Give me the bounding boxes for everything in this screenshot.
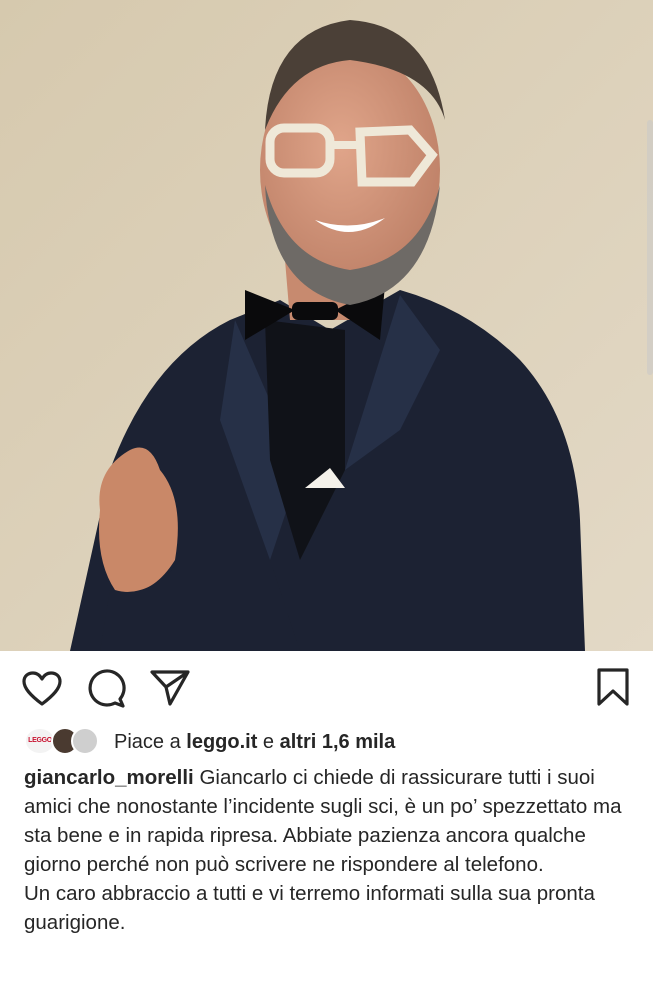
man-in-tuxedo-image [0, 0, 653, 651]
paper-plane-icon[interactable] [150, 669, 190, 707]
comment-bubble-icon[interactable] [86, 669, 126, 709]
liker-avatars: LEGGO [24, 726, 104, 758]
likes-count-link[interactable]: altri 1,6 mila [280, 731, 396, 753]
caption-text-continued: Un caro abbraccio a tutti e vi terremo i… [24, 882, 595, 934]
likes-prefix: Piace a [114, 730, 187, 753]
avatar-logo-text: LEGGO [28, 737, 52, 744]
caption-username-link[interactable]: giancarlo_morelli [24, 766, 194, 789]
likes-connector: e [257, 730, 280, 753]
likes-row[interactable]: LEGGO Piace a leggo.it e altri 1,6 mila [24, 726, 644, 758]
bookmark-outline-icon[interactable] [596, 667, 630, 707]
post-photo[interactable] [0, 0, 653, 651]
liker-username-link[interactable]: leggo.it [186, 731, 257, 753]
likes-summary: Piace a leggo.it e altri 1,6 mila [114, 731, 395, 754]
post-action-bar [0, 651, 653, 721]
avatar [71, 727, 99, 755]
heart-outline-icon[interactable] [22, 671, 62, 707]
post-caption: giancarlo_morelli Giancarlo ci chiede di… [24, 763, 639, 937]
scrollbar[interactable] [647, 120, 653, 375]
